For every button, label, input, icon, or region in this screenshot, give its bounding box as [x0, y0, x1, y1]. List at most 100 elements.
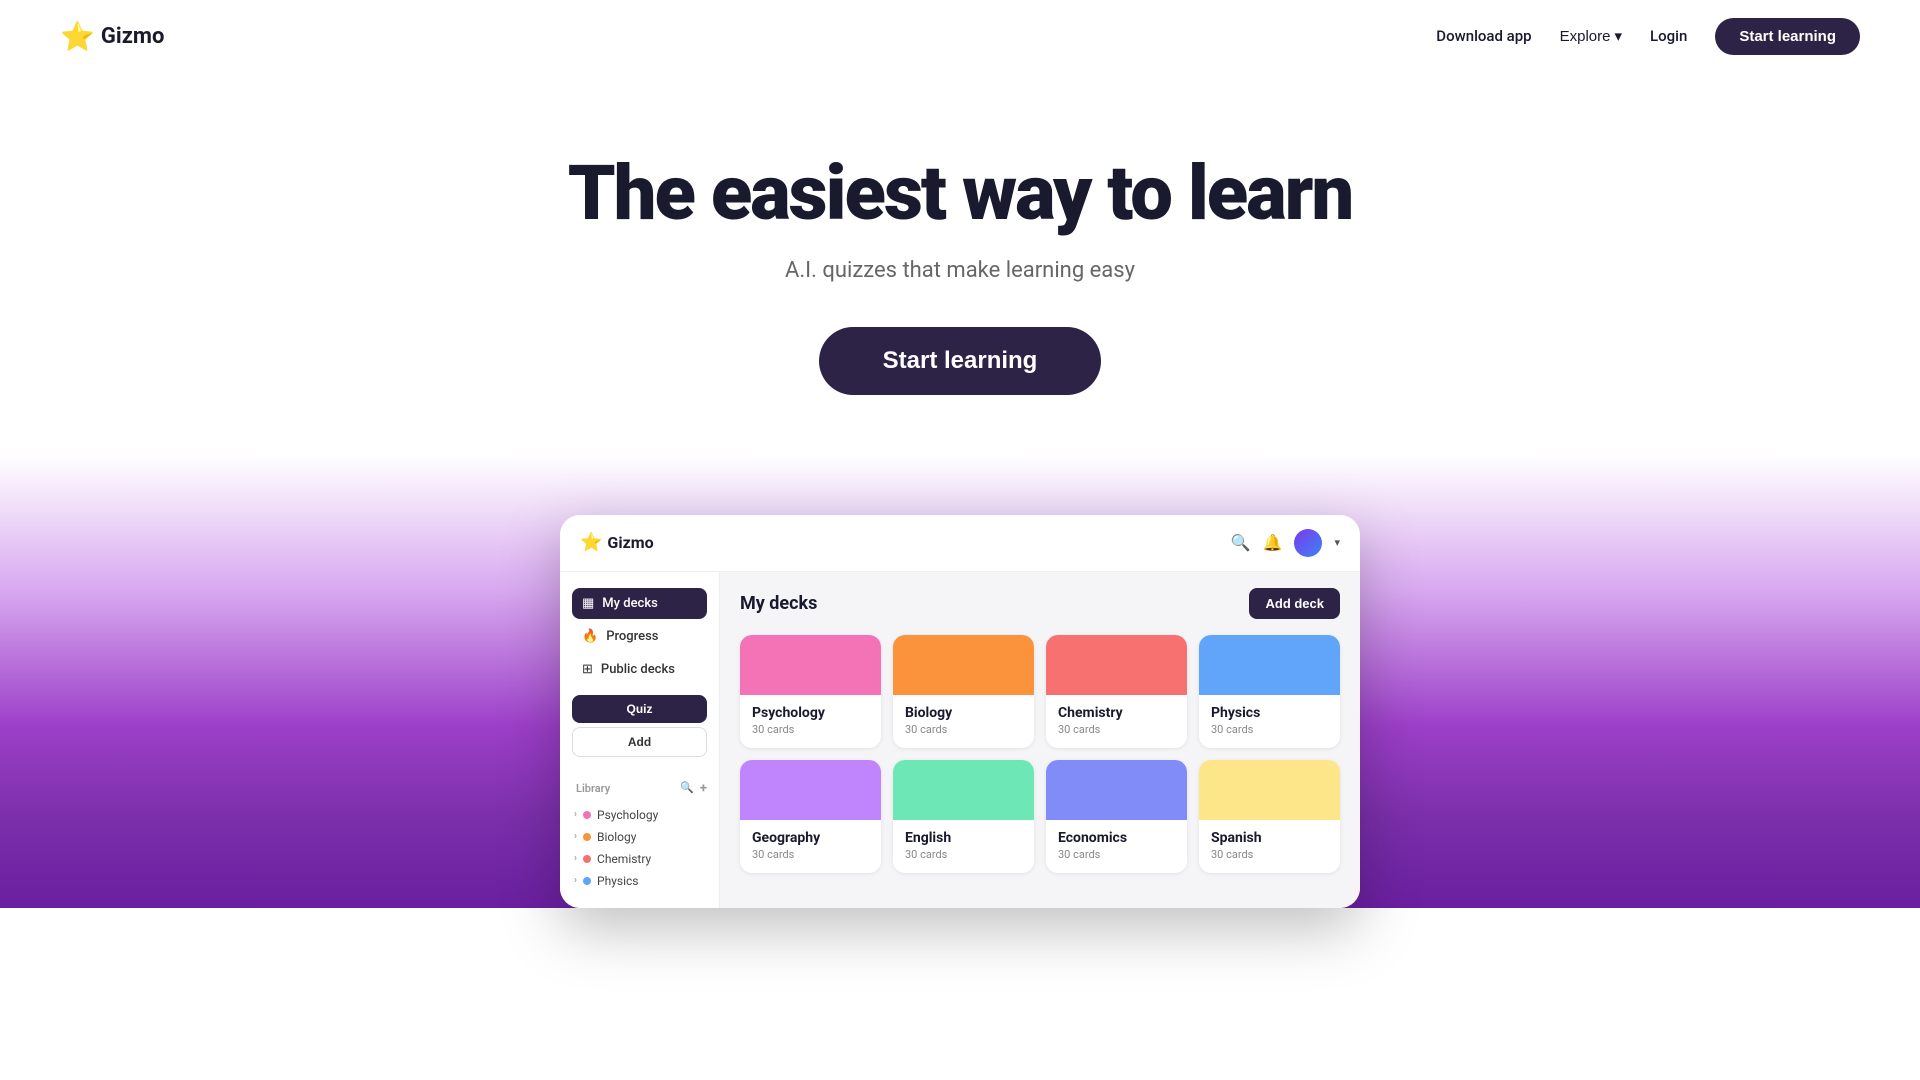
app-star-icon: ⭐: [580, 532, 602, 553]
sidebar-quiz-button[interactable]: Quiz: [572, 695, 707, 723]
my-decks-icon: ▦: [582, 596, 594, 611]
app-logo: ⭐ Gizmo: [580, 532, 654, 553]
deck-name: Biology: [905, 705, 1022, 721]
deck-count: 30 cards: [1058, 848, 1175, 861]
deck-color-bar: [893, 635, 1034, 695]
add-library-icon[interactable]: +: [700, 781, 707, 796]
app-main: My decks Add deck Psychology 30 cards Bi…: [720, 572, 1360, 908]
sidebar-progress-label: Progress: [606, 629, 658, 644]
hero-section: The easiest way to learn A.I. quizzes th…: [0, 72, 1920, 455]
sidebar-item-my-decks[interactable]: ▦ My decks: [572, 588, 707, 619]
deck-name: English: [905, 830, 1022, 846]
sidebar-add-button[interactable]: Add: [572, 727, 707, 757]
library-item-physics[interactable]: › Physics: [572, 870, 707, 892]
deck-count: 30 cards: [1211, 848, 1328, 861]
sidebar-item-public-decks[interactable]: ⊞ Public decks: [572, 654, 707, 685]
deck-count: 30 cards: [1211, 723, 1328, 736]
bell-icon[interactable]: 🔔: [1263, 533, 1283, 552]
deck-count: 30 cards: [752, 848, 869, 861]
avatar[interactable]: [1294, 529, 1322, 557]
arrow-icon: ›: [574, 831, 577, 842]
chevron-down-icon: ▾: [1334, 536, 1340, 549]
arrow-icon: ›: [574, 809, 577, 820]
library-biology-label: Biology: [597, 830, 636, 844]
app-mockup: ⭐ Gizmo 🔍 🔔 ▾ ▦ My decks 🔥 Progress: [560, 515, 1360, 908]
nav-download-app[interactable]: Download app: [1436, 27, 1531, 45]
library-physics-label: Physics: [597, 874, 638, 888]
deck-color-bar: [740, 760, 881, 820]
library-chemistry-label: Chemistry: [597, 852, 651, 866]
deck-color-bar: [1199, 760, 1340, 820]
nav-logo-text: Gizmo: [101, 24, 165, 49]
deck-color-bar: [893, 760, 1034, 820]
hero-start-learning-button[interactable]: Start learning: [819, 327, 1102, 395]
deck-color-bar: [1199, 635, 1340, 695]
hero-heading: The easiest way to learn: [20, 152, 1900, 236]
app-main-title: My decks: [740, 593, 817, 614]
progress-icon: 🔥: [582, 629, 598, 644]
deck-card[interactable]: Physics 30 cards: [1199, 635, 1340, 748]
deck-info: English 30 cards: [893, 820, 1034, 873]
hero-subheading: A.I. quizzes that make learning easy: [20, 258, 1900, 283]
deck-info: Geography 30 cards: [740, 820, 881, 873]
deck-count: 30 cards: [905, 723, 1022, 736]
deck-grid: Psychology 30 cards Biology 30 cards Che…: [740, 635, 1340, 873]
deck-card[interactable]: English 30 cards: [893, 760, 1034, 873]
deck-count: 30 cards: [752, 723, 869, 736]
app-main-header: My decks Add deck: [740, 588, 1340, 619]
deck-info: Spanish 30 cards: [1199, 820, 1340, 873]
nav-right: Download app Explore ▾ Login Start learn…: [1436, 18, 1860, 55]
navbar: ⭐ Gizmo Download app Explore ▾ Login Sta…: [0, 0, 1920, 72]
deck-info: Economics 30 cards: [1046, 820, 1187, 873]
app-topbar: ⭐ Gizmo 🔍 🔔 ▾: [560, 515, 1360, 572]
deck-info: Psychology 30 cards: [740, 695, 881, 748]
library-item-psychology[interactable]: › Psychology: [572, 804, 707, 826]
psychology-dot: [583, 811, 591, 819]
library-item-biology[interactable]: › Biology: [572, 826, 707, 848]
deck-card[interactable]: Psychology 30 cards: [740, 635, 881, 748]
sidebar-my-decks-label: My decks: [602, 596, 658, 611]
app-body: ▦ My decks 🔥 Progress ⊞ Public decks Qui…: [560, 572, 1360, 908]
library-item-chemistry[interactable]: › Chemistry: [572, 848, 707, 870]
app-sidebar: ▦ My decks 🔥 Progress ⊞ Public decks Qui…: [560, 572, 720, 908]
library-icons: 🔍 +: [680, 781, 707, 796]
deck-card[interactable]: Spanish 30 cards: [1199, 760, 1340, 873]
library-psychology-label: Psychology: [597, 808, 658, 822]
deck-name: Geography: [752, 830, 869, 846]
deck-name: Physics: [1211, 705, 1328, 721]
nav-login[interactable]: Login: [1650, 27, 1687, 45]
chevron-down-icon: ▾: [1614, 27, 1622, 45]
nav-explore[interactable]: Explore ▾: [1560, 27, 1622, 45]
deck-name: Psychology: [752, 705, 869, 721]
deck-card[interactable]: Economics 30 cards: [1046, 760, 1187, 873]
search-icon[interactable]: 🔍: [680, 781, 694, 796]
arrow-icon: ›: [574, 853, 577, 864]
add-deck-button[interactable]: Add deck: [1249, 588, 1340, 619]
library-section-header: Library 🔍 +: [572, 781, 707, 796]
deck-card[interactable]: Chemistry 30 cards: [1046, 635, 1187, 748]
app-topbar-icons: 🔍 🔔 ▾: [1231, 529, 1340, 557]
deck-name: Economics: [1058, 830, 1175, 846]
deck-info: Chemistry 30 cards: [1046, 695, 1187, 748]
deck-card[interactable]: Geography 30 cards: [740, 760, 881, 873]
search-icon[interactable]: 🔍: [1231, 533, 1251, 552]
deck-info: Biology 30 cards: [893, 695, 1034, 748]
library-label: Library: [576, 782, 610, 795]
deck-color-bar: [1046, 635, 1187, 695]
deck-info: Physics 30 cards: [1199, 695, 1340, 748]
app-logo-text: Gizmo: [607, 533, 653, 552]
public-decks-icon: ⊞: [582, 662, 593, 677]
nav-logo[interactable]: ⭐ Gizmo: [60, 20, 164, 53]
physics-dot: [583, 877, 591, 885]
sidebar-item-progress[interactable]: 🔥 Progress: [572, 621, 707, 652]
deck-name: Spanish: [1211, 830, 1328, 846]
nav-start-learning-button[interactable]: Start learning: [1715, 18, 1860, 55]
deck-count: 30 cards: [905, 848, 1022, 861]
deck-color-bar: [740, 635, 881, 695]
deck-count: 30 cards: [1058, 723, 1175, 736]
deck-card[interactable]: Biology 30 cards: [893, 635, 1034, 748]
star-icon: ⭐: [60, 20, 95, 53]
app-preview-wrapper: ⭐ Gizmo 🔍 🔔 ▾ ▦ My decks 🔥 Progress: [0, 455, 1920, 908]
arrow-icon: ›: [574, 875, 577, 886]
biology-dot: [583, 833, 591, 841]
